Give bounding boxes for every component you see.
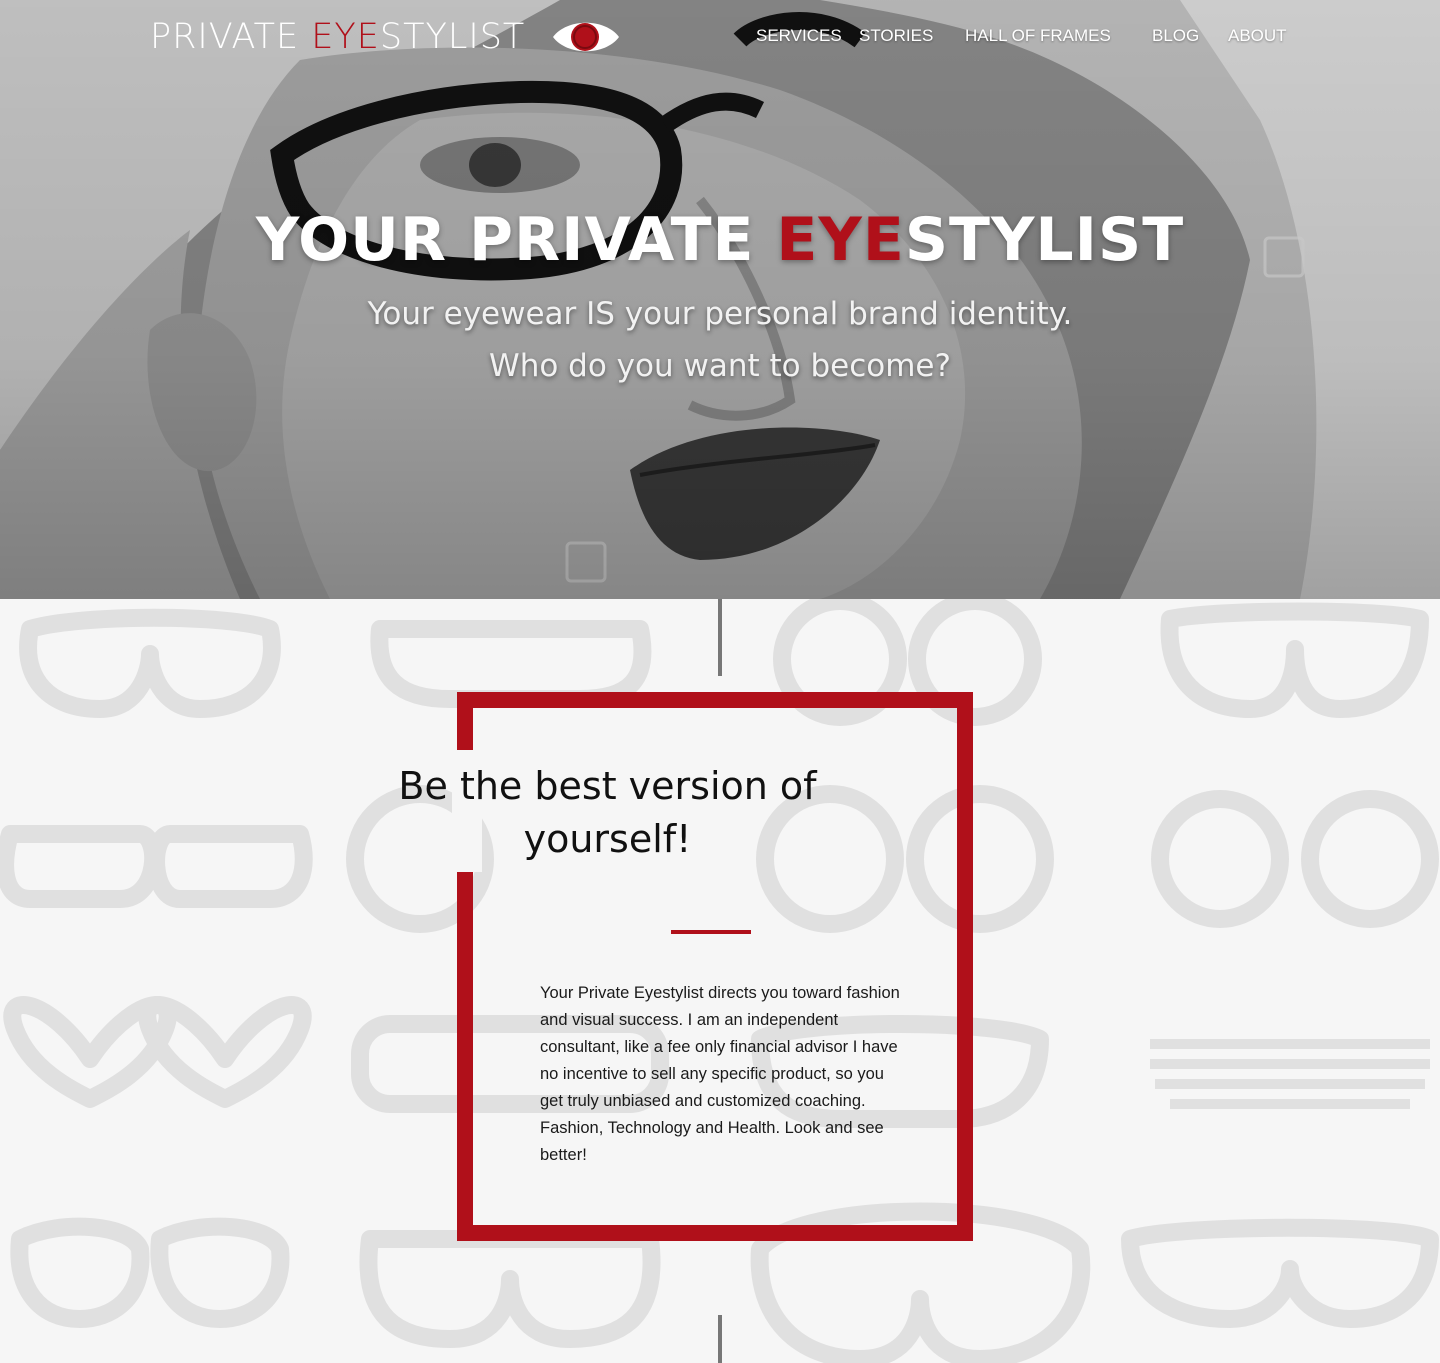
nav-hall-of-frames[interactable]: HALL OF FRAMES [965,26,1111,46]
divider-line-bottom [718,1315,722,1363]
nav-about[interactable]: ABOUT [1228,26,1287,46]
hero-subtitle-line1: Your eyewear IS your personal brand iden… [367,296,1073,332]
intro-heading: Be the best version of yourself! [398,764,817,861]
hero-title: YOUR PRIVATE EYESTYLIST [255,205,1185,275]
nav-services[interactable]: SERVICES [756,26,842,46]
divider-line-top [718,599,722,676]
hero-banner: PRIVATE EYESTYLIST SERVICES STORIES HALL… [0,0,1440,599]
intro-body: Your Private Eyestylist directs you towa… [540,984,900,1164]
main-nav: SERVICES STORIES HALL OF FRAMES BLOG ABO… [0,26,1440,50]
hero-subtitle-line2: Who do you want to become? [489,348,951,384]
heading-underline [671,930,751,934]
nav-blog[interactable]: BLOG [1152,26,1199,46]
nav-stories[interactable]: STORIES [859,26,933,46]
